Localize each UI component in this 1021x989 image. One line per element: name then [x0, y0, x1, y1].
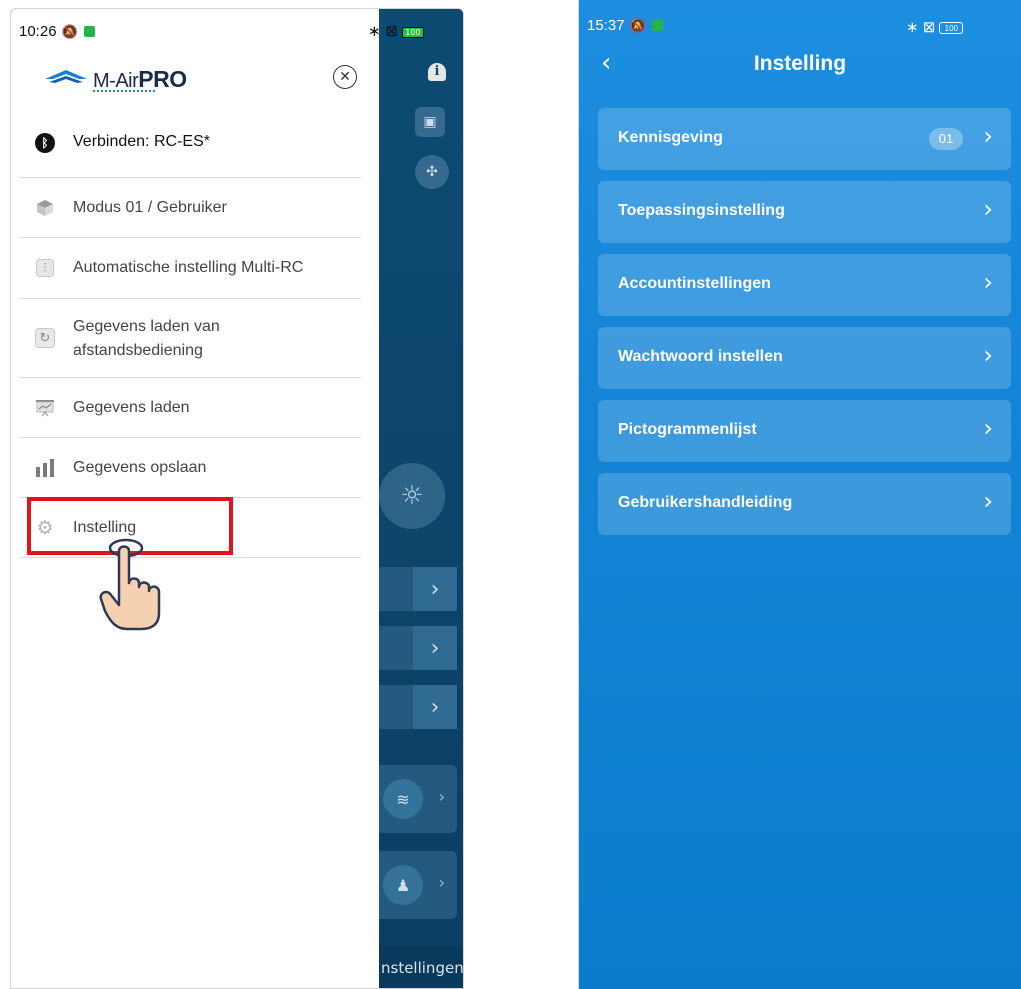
menu-item-label: Automatische instelling Multi-RC [73, 259, 304, 276]
drawer-menu: ᛒ Verbinden: RC-ES* Modus 01 / Gebruiker… [19, 110, 361, 558]
drawer-header: M-AirPRO ✕ [11, 57, 379, 103]
settings-row-kennisgeving[interactable]: Kennisgeving 01 › [598, 108, 1011, 170]
logo-mark-icon [45, 70, 87, 83]
logo-underline [93, 90, 155, 92]
settings-row-label: Pictogrammenlijst [618, 421, 757, 438]
chevron-right-icon: › [983, 122, 993, 150]
bar-chart-icon [35, 458, 55, 478]
chevron-right-icon: › [983, 487, 993, 515]
app-notification-icon [83, 26, 95, 37]
close-drawer-button[interactable]: ✕ [333, 65, 357, 89]
chevron-right-icon: › [983, 268, 993, 296]
bluetooth-status-icon: ∗ [906, 19, 919, 36]
status-time: 15:37 🔕 [587, 17, 663, 34]
settings-row-accountinstellingen[interactable]: Accountinstellingen › [598, 254, 1011, 316]
person-icon: ♟ [383, 865, 423, 905]
settings-row-label: Accountinstellingen [618, 275, 771, 292]
settings-row-label: Kennisgeving [618, 129, 723, 146]
chevron-right-icon: › [438, 787, 445, 806]
status-icons: ∗ ⊠ 100 [906, 18, 964, 36]
sim-icon: ⊠ [922, 19, 936, 36]
menu-item-label: Gegevens opslaan [73, 459, 207, 476]
app-logo: M-AirPRO [43, 65, 223, 97]
menu-item-modus[interactable]: Modus 01 / Gebruiker [19, 178, 361, 238]
menu-item-label: Modus 01 / Gebruiker [73, 199, 227, 216]
menu-item-gegevens-laden-afstandsbediening[interactable]: ↻ Gegevens laden van afstandsbediening [19, 299, 361, 378]
menu-item-automatische-instelling[interactable]: ⫶ Automatische instelling Multi-RC [19, 238, 361, 299]
mute-icon: 🔕 [61, 24, 78, 39]
fan-icon[interactable]: ✣ [415, 155, 449, 189]
chevron-right-icon: › [983, 341, 993, 369]
chevron-right-icon: › [983, 195, 993, 223]
notification-bell-icon[interactable] [425, 59, 449, 85]
settings-list: Kennisgeving 01 › Toepassingsinstelling … [598, 108, 1011, 546]
background-card[interactable]: ≋ › [379, 765, 457, 833]
status-bar: 10:26 🔕 [11, 9, 379, 45]
menu-item-gegevens-opslaan[interactable]: Gegevens opslaan [19, 438, 361, 498]
chevron-right-icon: › [413, 626, 457, 670]
pointing-hand-icon [99, 538, 161, 631]
sliders-icon: ⫶ [35, 258, 55, 278]
background-card[interactable]: ♟ › [379, 851, 457, 919]
cube-icon [35, 198, 55, 218]
settings-row-gebruikershandleiding[interactable]: Gebruikershandleiding › [598, 473, 1011, 535]
chevron-right-icon: › [438, 873, 445, 892]
mute-icon: 🔕 [629, 18, 646, 33]
settings-row-wachtwoord-instellen[interactable]: Wachtwoord instellen › [598, 327, 1011, 389]
menu-item-label: Verbinden: RC-ES* [73, 133, 210, 150]
chevron-right-icon: › [413, 685, 457, 729]
menu-item-gegevens-laden[interactable]: Gegevens laden [19, 378, 361, 438]
logo-text: M-AirPRO [93, 66, 187, 92]
notification-count-badge: 01 [929, 128, 963, 150]
settings-row-pictogrammenlijst[interactable]: Pictogrammenlijst › [598, 400, 1011, 462]
menu-item-verbinden[interactable]: ᛒ Verbinden: RC-ES* [19, 110, 361, 178]
sun-icon[interactable]: ☼ [379, 463, 445, 529]
airflow-icon: ≋ [383, 779, 423, 819]
settings-row-toepassingsinstelling[interactable]: Toepassingsinstelling › [598, 181, 1011, 243]
background-row[interactable]: › [379, 685, 457, 729]
page-title: Instelling [753, 52, 847, 75]
bluetooth-status-icon: ∗ [368, 22, 381, 40]
chevron-right-icon: › [983, 414, 993, 442]
battery-icon: 100 [401, 27, 424, 38]
status-icons: ∗ ⊠ 100 [368, 22, 424, 40]
right-phone-screen: 15:37 🔕 ∗ ⊠ 100 ‹ Instelling Kennisgeving … [578, 0, 1021, 989]
presentation-board-icon [35, 398, 55, 418]
mode-icon[interactable]: ▣ [415, 107, 445, 137]
sync-icon: ↻ [35, 328, 55, 348]
page-header: ‹ Instelling [579, 44, 1021, 88]
left-phone-screen: ▣ ✣ ☼ › › › ≋› ♟› nstellingen 10:26🔕 M-A… [10, 8, 464, 989]
bottom-nav-label[interactable]: nstellingen [381, 959, 463, 977]
settings-row-label: Gebruikershandleiding [618, 494, 793, 511]
status-bar: 15:37 🔕 ∗ ⊠ 100 [579, 0, 1021, 36]
chevron-right-icon: › [413, 567, 457, 611]
background-row[interactable]: › [379, 626, 457, 670]
status-time: 10:26 🔕 [19, 23, 95, 40]
menu-item-label: Gegevens laden [73, 399, 190, 416]
background-row[interactable]: › [379, 567, 457, 611]
settings-row-label: Wachtwoord instellen [618, 348, 783, 365]
app-notification-icon [651, 20, 663, 31]
settings-row-label: Toepassingsinstelling [618, 202, 785, 219]
menu-item-label: Gegevens laden van afstandsbediening [73, 318, 220, 359]
bluetooth-icon: ᛒ [35, 133, 55, 153]
battery-icon: 100 [939, 22, 964, 34]
sim-icon: ⊠ [385, 22, 398, 40]
